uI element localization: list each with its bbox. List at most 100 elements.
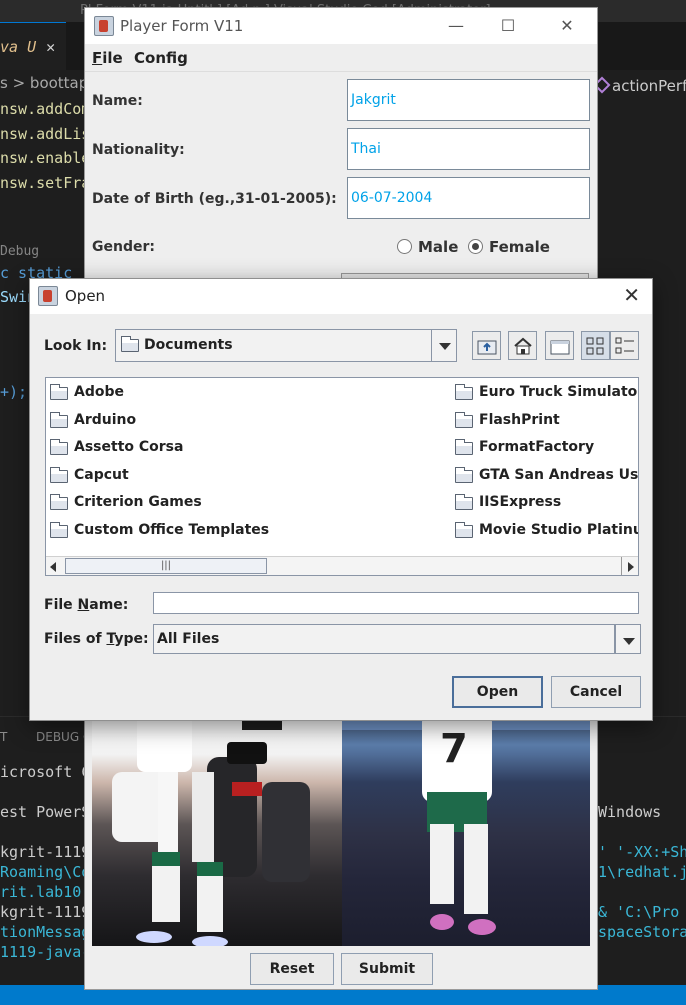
java-app-icon	[94, 16, 114, 36]
code-line: nsw.addCom	[0, 100, 91, 118]
details-view-button[interactable]	[610, 331, 639, 360]
gender-radio-female[interactable]: Female	[468, 238, 550, 256]
editor-tab-label: va U	[0, 38, 37, 56]
folder-icon	[121, 336, 139, 352]
look-in-value: Documents	[144, 337, 233, 353]
maximize-button[interactable]: ☐	[493, 14, 523, 38]
open-button[interactable]: Open	[452, 676, 543, 708]
name-label: Name:	[92, 93, 143, 109]
folder-icon	[50, 522, 68, 538]
gender-label: Gender:	[92, 239, 155, 255]
folder-icon	[50, 439, 68, 455]
file-name-label: File Name:	[44, 597, 129, 613]
file-name-input[interactable]	[153, 592, 639, 614]
list-item-folder[interactable]: IISExpress	[453, 494, 561, 510]
list-view-icon	[586, 337, 603, 355]
home-button[interactable]	[508, 331, 537, 360]
player-form-titlebar[interactable]: Player Form V11 — ☐ ✕	[85, 8, 597, 44]
nationality-field[interactable]: Thai	[347, 128, 590, 170]
details-view-icon	[615, 337, 634, 354]
dob-label: Date of Birth (eg.,31-01-2005):	[92, 191, 337, 207]
up-folder-button[interactable]	[472, 331, 501, 360]
dialog-title: Open	[65, 287, 106, 305]
name-field[interactable]: Jakgrit	[347, 79, 590, 121]
dob-field[interactable]: 06-07-2004	[347, 177, 590, 219]
codelens-debug[interactable]: Debug	[0, 244, 39, 259]
nationality-label: Nationality:	[92, 142, 185, 158]
dialog-titlebar[interactable]: Open ✕	[30, 279, 652, 314]
terminal-line: spaceStora	[598, 923, 686, 941]
folder-icon	[455, 494, 473, 510]
folder-icon	[455, 467, 473, 483]
new-folder-button[interactable]	[545, 331, 574, 360]
vscode-editor-tab[interactable]: va U ✕	[0, 22, 66, 70]
code-line: nsw.addLis	[0, 125, 91, 143]
list-item-folder[interactable]: Criterion Games	[48, 494, 202, 510]
cancel-button[interactable]: Cancel	[551, 676, 641, 708]
scroll-left-icon[interactable]	[50, 562, 56, 572]
dialog-close-button[interactable]: ✕	[623, 283, 640, 307]
terminal-line: & 'C:\Pro	[598, 903, 680, 921]
scroll-right-icon[interactable]	[628, 562, 634, 572]
code-line: +);	[0, 383, 28, 401]
folder-icon	[50, 384, 68, 400]
file-list[interactable]: Adobe Arduino Assetto Corsa Capcut Crite…	[45, 377, 639, 576]
up-folder-icon	[477, 340, 496, 355]
gender-radio-male[interactable]: Male	[397, 238, 458, 256]
files-of-type-label: Files of Type:	[44, 631, 149, 647]
svg-text:7: 7	[440, 726, 468, 772]
breadcrumb-symbol-label: actionPerfo	[612, 77, 686, 95]
player-photo-left	[92, 712, 342, 946]
tab-close-icon[interactable]: ✕	[46, 38, 55, 56]
terminal-line: tionMessag	[0, 923, 91, 941]
submit-button[interactable]: Submit	[341, 953, 433, 985]
radio-icon	[397, 239, 412, 254]
java-app-icon	[38, 286, 58, 306]
folder-icon	[50, 467, 68, 483]
new-folder-icon	[550, 340, 569, 355]
panel-tab[interactable]: T	[0, 730, 7, 744]
list-item-folder[interactable]: Assetto Corsa	[48, 439, 183, 455]
horizontal-scrollbar[interactable]: |||	[46, 556, 638, 575]
list-item-folder[interactable]: FormatFactory	[453, 439, 594, 455]
list-item-folder[interactable]: Adobe	[48, 384, 124, 400]
files-of-type-dropdown-arrow[interactable]	[615, 624, 641, 654]
reset-button[interactable]: Reset	[250, 953, 334, 985]
list-item-folder[interactable]: Capcut	[48, 467, 129, 483]
list-item-folder[interactable]: Movie Studio Platinum	[453, 522, 638, 538]
breadcrumb-symbol[interactable]: actionPerfo	[593, 76, 686, 95]
look-in-combo[interactable]: Documents	[115, 329, 457, 362]
breadcrumb[interactable]: s > boottap	[0, 74, 88, 92]
folder-icon	[50, 412, 68, 428]
home-icon	[513, 337, 532, 355]
open-file-dialog: Open ✕ Look In: Documents Adobe Arduino …	[29, 278, 653, 721]
list-item-folder[interactable]: GTA San Andreas User	[453, 467, 638, 483]
folder-icon	[455, 439, 473, 455]
files-of-type-combo[interactable]: All Files	[153, 624, 615, 654]
window-title: Player Form V11	[120, 17, 244, 35]
list-item-folder[interactable]: Euro Truck Simulator 2	[453, 384, 638, 400]
code-line: nsw.setFra	[0, 174, 91, 192]
folder-icon	[455, 522, 473, 538]
close-button[interactable]: ✕	[552, 14, 582, 38]
terminal-line: kgrit-1119	[0, 903, 91, 921]
player-photo-right: 7	[342, 712, 590, 946]
list-item-folder[interactable]: Custom Office Templates	[48, 522, 269, 538]
minimize-button[interactable]: —	[441, 14, 471, 38]
menu-bar: File Config	[85, 44, 597, 72]
scroll-thumb[interactable]: |||	[65, 558, 267, 574]
list-item-folder[interactable]: FlashPrint	[453, 412, 560, 428]
scroll-divider	[621, 557, 622, 575]
list-item-folder[interactable]: Arduino	[48, 412, 136, 428]
menu-config[interactable]: Config	[134, 49, 188, 67]
terminal-line: Roaming\Co	[0, 863, 91, 881]
radio-selected-icon	[468, 239, 483, 254]
menu-file[interactable]: File	[92, 49, 123, 67]
terminal-line: kgrit-1119	[0, 843, 91, 861]
terminal-line: rit.lab10.	[0, 883, 91, 901]
look-in-label: Look In:	[44, 338, 108, 354]
list-view-button[interactable]	[581, 331, 610, 360]
folder-icon	[455, 412, 473, 428]
look-in-dropdown-arrow[interactable]	[431, 329, 457, 362]
terminal-line: 1\redhat.j	[598, 863, 686, 881]
